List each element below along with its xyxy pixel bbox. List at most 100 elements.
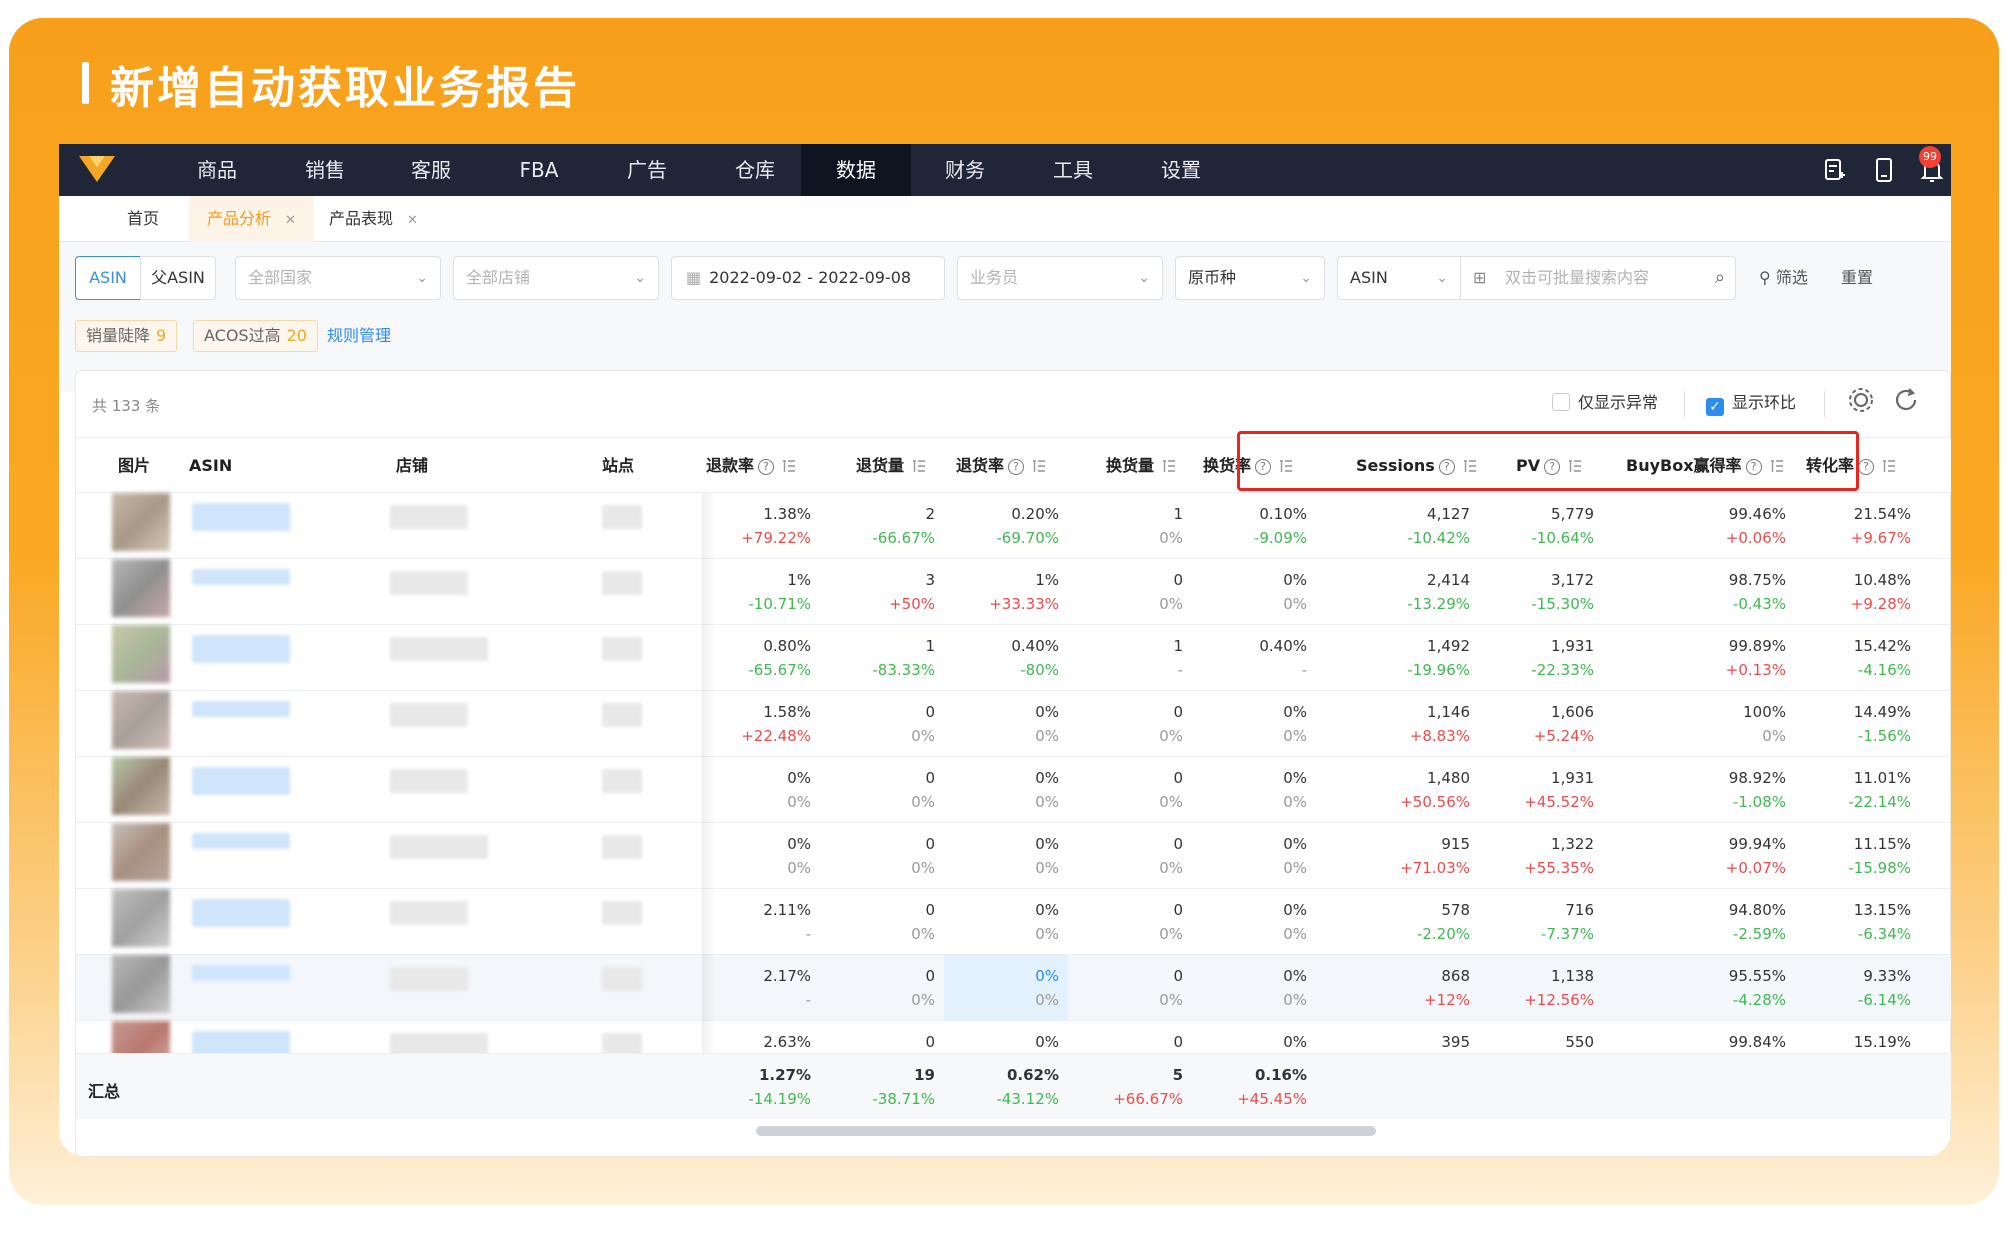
refresh-icon[interactable]: [1891, 385, 1921, 415]
asin-toggle[interactable]: ASIN: [75, 256, 141, 300]
col-return-rate[interactable]: 退货率?: [956, 438, 1046, 494]
site-redacted: [602, 571, 642, 595]
table-row[interactable]: 1.38% +79.22% 2 -66.67% 0.20% -69.70% 1 0% 0.10%…: [76, 493, 1951, 559]
cell-conversion: 11.15% -15.98%: [1848, 835, 1911, 877]
cell-sessions: 1,146 +8.83%: [1409, 703, 1470, 745]
product-thumbnail[interactable]: [112, 559, 170, 617]
nav-item[interactable]: 数据: [801, 144, 911, 196]
country-select[interactable]: 全部国家 ⌄: [235, 256, 441, 300]
product-thumbnail[interactable]: [112, 823, 170, 881]
cell-buybox: 95.55% -4.28%: [1728, 967, 1786, 1009]
cell-refund-rate: 2.63%: [763, 1033, 811, 1051]
cell-return-qty: 1 -83.33%: [872, 637, 935, 679]
table-row[interactable]: 2.11% - 0 0% 0% 0% 0 0% 0% 0% 578 -2.20% 716 -7.37% 94…: [76, 889, 1951, 955]
cell-exchange-rate: 0% 0%: [1283, 835, 1307, 877]
help-icon[interactable]: ?: [1008, 459, 1025, 475]
table-row[interactable]: 0% 0% 0 0% 0% 0% 0 0% 0% 0% 1,480 +50.56% 1,931 +45.5…: [76, 757, 1951, 823]
asin-link-redacted[interactable]: [192, 767, 290, 795]
product-thumbnail[interactable]: [112, 757, 170, 815]
horizontal-scrollbar[interactable]: [756, 1126, 1376, 1136]
sort-icon[interactable]: [1032, 459, 1046, 473]
product-thumbnail[interactable]: [112, 955, 170, 1013]
cell-exchange-rate: 0% 0%: [1283, 967, 1307, 1009]
site-redacted: [602, 505, 642, 529]
asin-link-redacted[interactable]: [192, 833, 290, 849]
asin-link-redacted[interactable]: [192, 899, 290, 927]
tab-product-analysis[interactable]: 产品分析 ✕: [189, 196, 314, 242]
cell-refund-rate: 0% 0%: [787, 835, 811, 877]
search-input[interactable]: ⊞ 双击可批量搜索内容 ⌕: [1460, 256, 1736, 300]
settings-icon[interactable]: [1846, 385, 1876, 415]
cell-exchange-rate: 0% 0%: [1283, 769, 1307, 811]
cell-refund-rate: 1% -10.71%: [748, 571, 811, 613]
cell-refund-rate: 2.11% -: [763, 901, 811, 943]
sort-icon[interactable]: [1162, 459, 1176, 473]
table-row[interactable]: 1.58% +22.48% 0 0% 0% 0% 0 0% 0% 0% 1,146 +8.83% 1,6…: [76, 691, 1951, 757]
asin-link-redacted[interactable]: [192, 701, 290, 717]
search-icon[interactable]: ⌕: [1715, 257, 1725, 299]
sort-icon[interactable]: [782, 459, 796, 473]
salesman-select[interactable]: 业务员 ⌄: [957, 256, 1163, 300]
tag-sales-drop[interactable]: 销量陡降 9: [75, 320, 178, 352]
rules-manage-link[interactable]: 规则管理: [327, 320, 391, 352]
nav-item[interactable]: 财务: [917, 144, 1013, 196]
tab-home[interactable]: 首页: [109, 196, 177, 242]
cell-sessions: 1,492 -19.96%: [1407, 637, 1470, 679]
cell-conversion: 15.19%: [1853, 1033, 1911, 1051]
nav-item[interactable]: 广告: [599, 144, 695, 196]
close-icon[interactable]: ✕: [285, 213, 296, 228]
nav-item[interactable]: 工具: [1025, 144, 1121, 196]
asin-link-redacted[interactable]: [192, 569, 290, 585]
nav-item[interactable]: 销售: [277, 144, 373, 196]
nav-item[interactable]: 设置: [1133, 144, 1229, 196]
cell-conversion: 14.49% -1.56%: [1853, 703, 1911, 745]
nav-item[interactable]: 商品: [169, 144, 265, 196]
nav-item[interactable]: 仓库: [707, 144, 803, 196]
table-row[interactable]: 0.80% -65.67% 1 -83.33% 0.40% -80% 1- 0.40% - 1,4…: [76, 625, 1951, 691]
col-return-qty[interactable]: 退货量: [856, 438, 926, 494]
reset-button[interactable]: 重置: [1841, 256, 1873, 300]
product-thumbnail[interactable]: [112, 691, 170, 749]
parent-asin-toggle[interactable]: 父ASIN: [140, 256, 216, 300]
col-refund-rate[interactable]: 退款率?: [706, 438, 796, 494]
close-icon[interactable]: ✕: [407, 213, 418, 228]
show-compare-checkbox[interactable]: ✓ 显示环比: [1706, 389, 1796, 417]
asin-link-redacted[interactable]: [192, 503, 290, 531]
table-row[interactable]: 1% -10.71% 3 +50% 1% +33.33% 0 0% 0% 0% 2,414 -13.2…: [76, 559, 1951, 625]
cell-exchange-rate: 0.10% -9.09%: [1253, 505, 1307, 547]
col-asin: ASIN: [189, 456, 233, 475]
cell-exchange-rate: 0%: [1283, 1033, 1307, 1051]
asin-link-redacted[interactable]: [192, 635, 290, 663]
help-icon[interactable]: ?: [758, 459, 775, 475]
nav-item[interactable]: 客服: [383, 144, 479, 196]
cell-sessions: 395: [1441, 1033, 1470, 1051]
table-row[interactable]: 2.17% - 0 0% 0% 0% 0 0% 0% 0% 868 +12% 1,138 +12.56% 9…: [76, 955, 1951, 1021]
product-thumbnail[interactable]: [112, 889, 170, 947]
filter-button[interactable]: ⚲ 筛选: [1759, 256, 1808, 300]
currency-select[interactable]: 原币种 ⌄: [1175, 256, 1325, 300]
col-exchange-qty[interactable]: 换货量: [1106, 438, 1176, 494]
date-range-picker[interactable]: ▦ 2022-09-02 - 2022-09-08: [671, 256, 945, 300]
search-type-select[interactable]: ASIN ⌄: [1337, 256, 1461, 300]
tab-product-performance[interactable]: 产品表现 ✕: [311, 196, 436, 242]
asin-link-redacted[interactable]: [192, 965, 290, 981]
task-list-icon[interactable]: [1819, 155, 1849, 185]
help-icon[interactable]: ?: [1858, 459, 1875, 475]
shop-select[interactable]: 全部店铺 ⌄: [453, 256, 659, 300]
product-thumbnail[interactable]: [112, 625, 170, 683]
cell-return-rate: 0%: [1035, 1033, 1059, 1051]
nav-item[interactable]: FBA: [491, 144, 587, 196]
logo-icon: [79, 156, 115, 182]
only-abnormal-checkbox[interactable]: 仅显示异常: [1552, 389, 1658, 417]
cell-return-qty: 3 +50%: [889, 571, 935, 613]
tag-acos-high[interactable]: ACOS过高 20: [193, 320, 318, 352]
table-row[interactable]: 0% 0% 0 0% 0% 0% 0 0% 0% 0% 915 +71.03% 1,322 +55.35%…: [76, 823, 1951, 889]
product-thumbnail[interactable]: [112, 493, 170, 551]
cell-return-qty: 0 0%: [911, 703, 935, 745]
sort-icon[interactable]: [912, 459, 926, 473]
sort-icon[interactable]: [1882, 459, 1896, 473]
cell-pv: 5,779 -10.64%: [1531, 505, 1594, 547]
chevron-down-icon: ⌄: [1436, 270, 1448, 286]
cell-pv: 716 -7.37%: [1540, 901, 1594, 943]
mobile-icon[interactable]: [1869, 155, 1899, 185]
